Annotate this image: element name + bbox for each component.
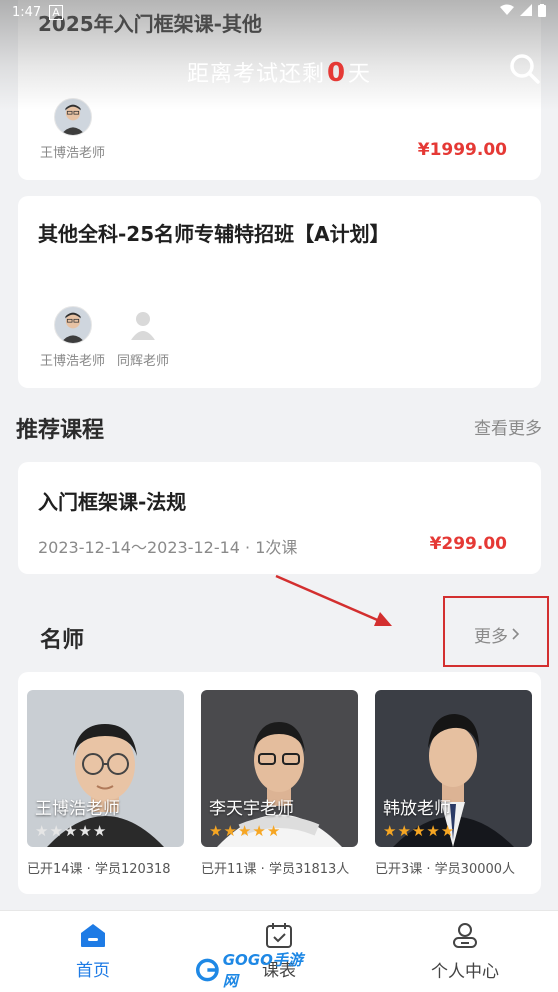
star-icon: ★ — [209, 822, 223, 840]
teacher-stats: 已开3课 · 学员30000人 — [375, 862, 516, 877]
star-icon: ★ — [426, 822, 440, 840]
star-icon: ★ — [383, 822, 397, 840]
star-icon: ★ — [252, 822, 266, 840]
search-icon[interactable] — [508, 52, 542, 86]
profile-icon — [451, 921, 479, 953]
star-icon: ★ — [440, 822, 455, 840]
teacher-name: 李天宇老师 — [209, 799, 294, 819]
tab-label: 首页 — [76, 961, 110, 981]
star-icon: ★ — [223, 822, 237, 840]
course-title: 入门框架课-法规 — [38, 490, 187, 514]
rating-stars: ★ ★ ★ ★ ★ — [383, 824, 454, 839]
teacher-photo: 韩放老师 ★ ★ ★ ★ ★ — [375, 690, 532, 847]
course-card[interactable]: 其他全科-25名师专辅特招班【A计划】 王博浩老师 同辉老师 — [18, 196, 541, 388]
avatar — [53, 98, 92, 136]
tab-profile[interactable]: 个人中心 — [372, 911, 558, 992]
teacher-stats: 已开11课 · 学员31813人 — [201, 862, 350, 877]
calendar-icon — [265, 922, 293, 952]
teacher-name: 王博浩老师 — [35, 799, 120, 819]
countdown-prefix: 距离考试还剩 — [186, 62, 325, 87]
section-title-recommended: 推荐课程 — [16, 418, 105, 443]
teacher-mini: 王博浩老师 — [40, 306, 105, 369]
star-icon: ★ — [237, 822, 252, 840]
teacher-card[interactable]: 韩放老师 ★ ★ ★ ★ ★ 已开3课 · 学员30000人 — [375, 690, 532, 877]
course-meta: 2023-12-14～2023-12-14 · 1次课 — [38, 538, 298, 557]
course-price: ¥1999.00 — [417, 140, 507, 160]
star-icon: ★ — [35, 822, 49, 840]
view-more-link[interactable]: 查看更多 — [474, 414, 542, 439]
star-icon: ★ — [397, 822, 411, 840]
notification-icon: A — [49, 4, 63, 20]
star-icon: ★ — [411, 822, 426, 840]
teacher-mini: 王博浩老师 — [40, 98, 105, 161]
avatar — [53, 306, 92, 344]
tab-home[interactable]: 首页 — [0, 911, 186, 992]
battery-icon — [538, 3, 546, 21]
rating-stars: ★ ★ ★ ★ ★ — [209, 824, 280, 839]
course-teachers: 王博浩老师 — [40, 98, 117, 161]
teacher-name: 韩放老师 — [383, 799, 451, 819]
star-icon: ★ — [63, 822, 78, 840]
course-price: ¥299.00 — [429, 534, 507, 554]
star-icon: ★ — [266, 822, 281, 840]
annotation-highlight-box — [443, 596, 549, 667]
course-teachers: 王博浩老师 同辉老师 — [40, 306, 181, 369]
watermark-text: GOGO手游网 — [222, 951, 303, 990]
star-icon: ★ — [78, 822, 92, 840]
star-icon: ★ — [49, 822, 63, 840]
tab-label: 个人中心 — [431, 962, 499, 982]
section-title-teachers: 名师 — [40, 628, 85, 653]
rating-stars: ★ ★ ★ ★ ★ — [35, 824, 106, 839]
teacher-card[interactable]: 李天宇老师 ★ ★ ★ ★ ★ 已开11课 · 学员31813人 — [201, 690, 358, 877]
teacher-name: 王博浩老师 — [40, 146, 106, 161]
status-bar: 1:47 A — [0, 0, 558, 24]
countdown-days: 0 — [326, 58, 347, 88]
teacher-mini: 同辉老师 — [117, 306, 169, 369]
teacher-photo: 李天宇老师 ★ ★ ★ ★ ★ — [201, 690, 358, 847]
default-avatar-icon — [124, 306, 163, 344]
status-time: 1:47 — [12, 4, 42, 20]
teacher-name: 王博浩老师 — [40, 354, 106, 369]
course-title: 其他全科-25名师专辅特招班【A计划】 — [38, 222, 390, 246]
home-icon — [79, 922, 107, 952]
signal-icon — [520, 4, 532, 20]
wifi-icon — [500, 4, 514, 20]
watermark-logo: GOGO手游网 — [196, 951, 306, 990]
teacher-name: 同辉老师 — [117, 354, 170, 369]
exam-countdown: 距离考试还剩0天 — [0, 56, 558, 88]
course-card[interactable]: 2025年入门框架课-其他 王博浩老师 ¥1999.00 — [18, 0, 541, 180]
recommended-course-card[interactable]: 入门框架课-法规 2023-12-14～2023-12-14 · 1次课 ¥29… — [18, 462, 541, 574]
teacher-card[interactable]: 王博浩老师 ★ ★ ★ ★ ★ 已开14课 · 学员120318 — [27, 690, 184, 877]
teacher-stats: 已开14课 · 学员120318 — [27, 862, 171, 877]
star-icon: ★ — [92, 822, 107, 840]
teacher-photo: 王博浩老师 ★ ★ ★ ★ ★ — [27, 690, 184, 847]
annotation-arrow — [275, 574, 392, 626]
countdown-suffix: 天 — [348, 62, 372, 87]
